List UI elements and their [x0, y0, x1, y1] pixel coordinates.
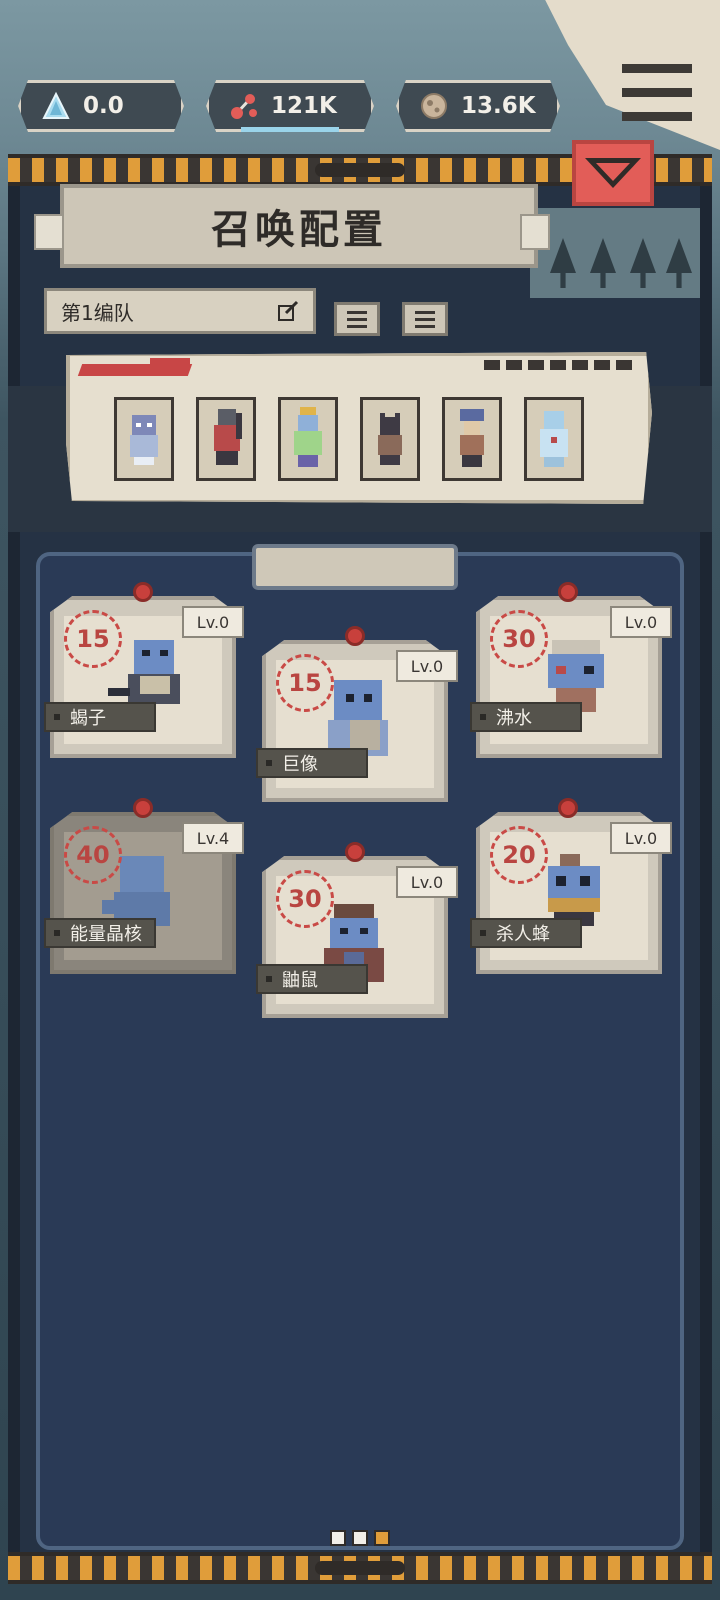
summon-cost: 30 — [276, 870, 334, 928]
resource-molecule: 121K — [206, 80, 374, 132]
team-tab-3[interactable] — [402, 302, 448, 336]
menu-icon[interactable] — [622, 64, 692, 122]
snow-forest-scenery — [530, 208, 700, 298]
team-name: 第1编队 — [61, 300, 134, 325]
resource-crystal: 0.0 — [18, 80, 184, 132]
level-badge: Lv.0 — [396, 650, 458, 682]
miner-sprite-icon — [294, 407, 322, 467]
pin-icon — [345, 842, 365, 862]
team-3-icon — [415, 317, 435, 321]
summon-cost: 15 — [64, 610, 122, 668]
level-badge: Lv.0 — [396, 866, 458, 898]
summon-cost: 20 — [490, 826, 548, 884]
tree-icon — [630, 238, 656, 288]
level-badge: Lv.4 — [182, 822, 244, 854]
page-indicator — [330, 1530, 390, 1546]
team-2-icon — [347, 317, 367, 321]
monster-name: 蝎子 — [44, 702, 156, 732]
crystal-icon — [41, 91, 71, 121]
resource-crystal-value: 0.0 — [83, 93, 124, 119]
molecule-icon — [229, 91, 259, 121]
summon-cost: 15 — [276, 654, 334, 712]
roster-slot-2[interactable] — [196, 397, 256, 481]
team-tab-2[interactable] — [334, 302, 380, 336]
roster-dots-decoration — [484, 360, 632, 370]
tree-icon — [590, 238, 616, 288]
resource-progress-bar — [241, 127, 339, 132]
title-right-tab — [520, 214, 550, 250]
tree-icon — [666, 238, 692, 288]
summon-cost: 40 — [64, 826, 122, 884]
bottom-hazard-strip — [8, 1552, 712, 1584]
drag-handle[interactable] — [315, 163, 405, 177]
cat-rogue-sprite-icon — [378, 413, 402, 465]
board-header-tab — [252, 544, 458, 590]
resource-ore: 13.6K — [396, 80, 560, 132]
paint-smear-decoration — [77, 364, 193, 376]
roster-slot-5[interactable] — [442, 397, 502, 481]
monster-name: 杀人蜂 — [470, 918, 582, 948]
monster-name: 鼬鼠 — [256, 964, 368, 994]
pin-icon — [558, 582, 578, 602]
page-dot-active[interactable] — [374, 1530, 390, 1546]
page-title: 召唤配置 — [60, 184, 538, 268]
wizard-sprite-icon — [460, 409, 484, 467]
resource-ore-value: 13.6K — [461, 93, 536, 119]
page-dot[interactable] — [330, 1530, 346, 1546]
chevron-down-icon — [585, 158, 641, 188]
title-left-tab — [34, 214, 64, 250]
level-badge: Lv.0 — [182, 606, 244, 638]
level-badge: Lv.0 — [610, 822, 672, 854]
collapse-panel-button[interactable] — [572, 140, 654, 206]
monster-name: 沸水 — [470, 702, 582, 732]
pin-icon — [133, 582, 153, 602]
resource-molecule-value: 121K — [271, 93, 337, 119]
tree-icon — [550, 238, 576, 288]
roster-slot-3[interactable] — [278, 397, 338, 481]
bottom-drag-handle[interactable] — [315, 1561, 405, 1575]
pin-icon — [558, 798, 578, 818]
edit-icon[interactable] — [277, 300, 299, 322]
level-badge: Lv.0 — [610, 606, 672, 638]
monster-name: 巨像 — [256, 748, 368, 778]
monster-name: 能量晶核 — [44, 918, 156, 948]
page-dot[interactable] — [352, 1530, 368, 1546]
team-selector[interactable]: 第1编队 — [44, 288, 316, 334]
summon-cost: 30 — [490, 610, 548, 668]
scorpion-knight-sprite-icon — [214, 409, 242, 465]
ore-icon — [419, 91, 449, 121]
paint-smear-decoration — [150, 358, 190, 364]
blue-ghost-sprite-icon — [130, 415, 158, 465]
pin-icon — [345, 626, 365, 646]
roster-slot-4[interactable] — [360, 397, 420, 481]
roster-slot-6[interactable] — [524, 397, 584, 481]
ice-spirit-sprite-icon — [540, 411, 568, 467]
pin-icon — [133, 798, 153, 818]
roster-slot-1[interactable] — [114, 397, 174, 481]
